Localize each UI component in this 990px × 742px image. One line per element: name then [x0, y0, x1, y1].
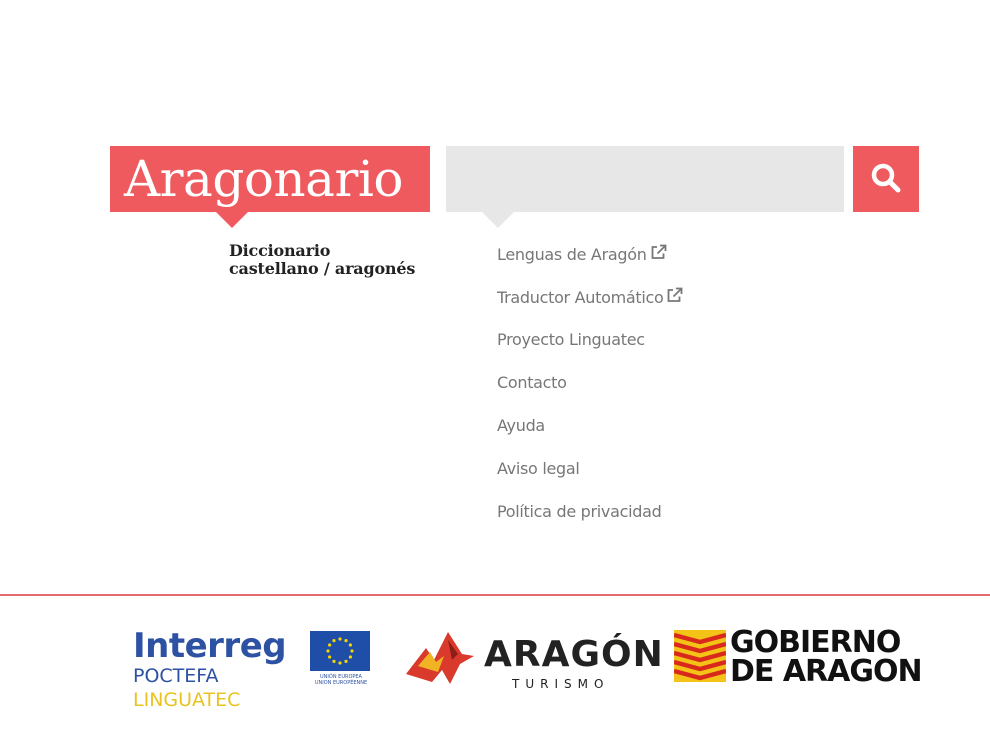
nav-menu: Lenguas de Aragón Traductor Automático P… [497, 244, 683, 545]
link-contacto[interactable]: Contacto [497, 373, 567, 392]
link-aviso-legal[interactable]: Aviso legal [497, 459, 580, 478]
subtitle-line-2: castellano / aragonés [229, 259, 416, 278]
nav-item-label: Traductor Automático [497, 287, 664, 307]
interreg-program: POCTEFA [133, 665, 219, 687]
link-traductor-automatico[interactable]: Traductor Automático [497, 287, 683, 307]
nav-item: Contacto [497, 373, 683, 416]
nav-item: Lenguas de Aragón [497, 244, 683, 287]
aragon-flag-icon [673, 630, 727, 687]
link-ayuda[interactable]: Ayuda [497, 416, 545, 435]
logo-text: Aragonario [124, 150, 403, 208]
footer-divider [0, 594, 990, 596]
external-link-icon [666, 287, 683, 307]
search-pointer [482, 212, 514, 228]
gobierno-de-aragon-logo[interactable]: GOBIERNO DE ARAGON [730, 625, 923, 689]
gobierno-line-2: DE ARAGON [730, 654, 923, 689]
gobierno-line-1: GOBIERNO [730, 625, 901, 660]
aragonario-logo[interactable]: Aragonario [110, 146, 430, 228]
link-lenguas-de-aragon[interactable]: Lenguas de Aragón [497, 244, 667, 264]
nav-item: Traductor Automático [497, 287, 683, 330]
nav-item: Política de privacidad [497, 502, 683, 545]
external-link-icon [650, 244, 667, 264]
nav-item-label: Lenguas de Aragón [497, 244, 647, 264]
eu-flag-icon [310, 631, 370, 671]
link-proyecto-linguatec[interactable]: Proyecto Linguatec [497, 330, 645, 349]
aragon-turismo-subtitle: TURISMO [512, 677, 610, 691]
eu-caption-line-2: UNION EUROPÉENNE [314, 680, 368, 686]
subtitle-line-1: Diccionario [229, 241, 331, 260]
search-input[interactable] [446, 146, 844, 212]
search-button[interactable] [853, 146, 919, 212]
interreg-logo[interactable]: Interreg POCTEFA LINGUATEC [133, 626, 287, 712]
interreg-project: LINGUATEC [133, 689, 241, 711]
logo-pointer [216, 212, 248, 228]
nav-item: Proyecto Linguatec [497, 330, 683, 373]
eu-caption: UNIÓN EUROPEA UNION EUROPÉENNE [306, 674, 376, 686]
aragon-dragon-icon [404, 630, 476, 691]
nav-item: Aviso legal [497, 459, 683, 502]
interreg-brand: Interreg [133, 626, 287, 666]
search-icon [869, 161, 903, 198]
link-politica-de-privacidad[interactable]: Política de privacidad [497, 502, 662, 521]
site-subtitle: Diccionario castellano / aragonés [229, 242, 415, 278]
nav-item: Ayuda [497, 416, 683, 459]
aragon-turismo-wordmark: ARAGÓN [484, 634, 664, 675]
footer-logos: Interreg POCTEFA LINGUATEC UNIÓN EUROPEA… [0, 598, 990, 742]
